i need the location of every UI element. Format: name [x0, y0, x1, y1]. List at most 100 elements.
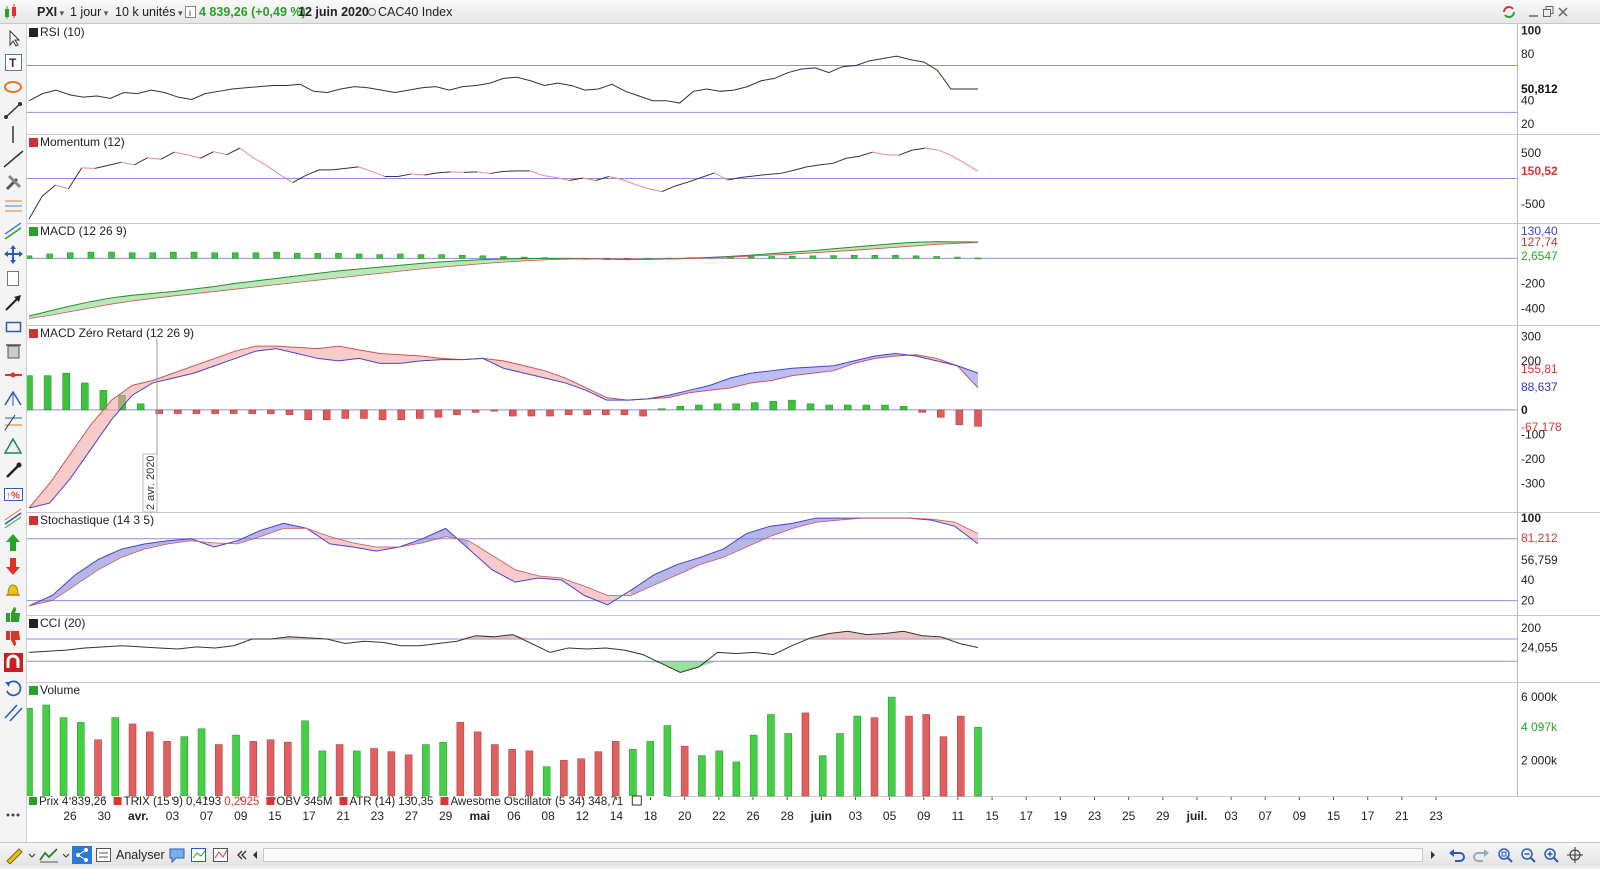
arrow-tool-icon[interactable] — [3, 292, 24, 313]
macd-histogram-bar — [851, 255, 857, 258]
x-tick-label: 11 — [952, 809, 965, 823]
thumbs-down-icon[interactable] — [3, 628, 24, 649]
x-tick-label: 09 — [1293, 809, 1307, 823]
chart-svg[interactable]: RSI (10)10080402050,812Momentum (12)500-… — [27, 24, 1600, 842]
x-tick-label: 28 — [780, 809, 794, 823]
tools-icon[interactable] — [3, 172, 24, 193]
y-tick-label: -200 — [1521, 276, 1545, 290]
line-segment-icon[interactable] — [3, 100, 24, 121]
cursor-icon[interactable] — [3, 28, 24, 49]
x-tick-label: mai — [469, 809, 490, 823]
pane-title-group: MACD (12 26 9) — [29, 224, 127, 238]
brush-icon[interactable] — [3, 460, 24, 481]
undo-drawing-icon[interactable] — [3, 678, 24, 699]
last-value-label: 127,74 — [1521, 235, 1558, 249]
zoom-in-icon[interactable] — [1542, 846, 1560, 864]
macd-histogram-bar — [67, 253, 73, 259]
zoom-fit-icon[interactable] — [1496, 846, 1514, 864]
zero-lag-histogram-bar — [360, 410, 367, 419]
volume-bar — [664, 726, 671, 796]
macd-histogram-bar — [954, 257, 960, 258]
x-tick-label: 29 — [1156, 809, 1170, 823]
pane-color-swatch — [29, 28, 38, 37]
rectangle-tool-icon[interactable] — [3, 316, 24, 337]
pane-title: Stochastique (14 3 5) — [40, 513, 154, 527]
info-icon[interactable]: i — [185, 3, 197, 21]
macd-histogram-bar — [975, 258, 981, 259]
thumbs-up-icon[interactable] — [3, 604, 24, 625]
chart-type-icon[interactable] — [38, 846, 60, 864]
analyser-button-icon[interactable] — [95, 846, 113, 864]
dropdown-chevron-icon[interactable] — [28, 846, 36, 864]
refresh-icon[interactable] — [1500, 3, 1518, 21]
y-tick-label: 2 000k — [1521, 753, 1558, 767]
parallel-lines-icon[interactable] — [3, 702, 24, 723]
sell-arrow-icon[interactable] — [3, 556, 24, 577]
zero-lag-histogram-bar — [286, 410, 293, 415]
indicator-icon[interactable] — [212, 846, 230, 864]
chart-area[interactable]: RSI (10)10080402050,812Momentum (12)500-… — [27, 24, 1600, 842]
zoom-out-icon[interactable] — [1519, 846, 1537, 864]
comment-icon[interactable] — [168, 846, 186, 864]
macd-histogram-bar — [501, 256, 507, 258]
move-icon[interactable] — [3, 244, 24, 265]
trendline-icon[interactable] — [3, 148, 24, 169]
ellipse-tool-icon[interactable] — [3, 76, 24, 97]
analyser-button[interactable]: Analyser — [116, 846, 165, 864]
y-tick-label: -200 — [1521, 452, 1545, 466]
pane-color-swatch — [29, 227, 38, 236]
more-tools-icon[interactable] — [3, 804, 24, 825]
units-selector[interactable]: 10 k unités — [115, 3, 183, 21]
close-icon[interactable] — [1557, 3, 1569, 21]
regression-icon[interactable] — [3, 508, 24, 529]
scroll-start-icon[interactable] — [235, 846, 247, 864]
volume-bar — [215, 745, 222, 796]
pane-color-swatch — [29, 138, 38, 147]
x-tick-label: 22 — [712, 809, 726, 823]
period-selector[interactable]: 1 jour — [70, 3, 108, 21]
volume-bar — [77, 722, 84, 796]
redo-icon[interactable] — [1472, 846, 1490, 864]
minimize-icon[interactable] — [1528, 3, 1540, 21]
triangle-icon[interactable] — [3, 436, 24, 457]
trash-icon[interactable] — [3, 340, 24, 361]
y-tick-label: 80 — [1521, 47, 1535, 61]
undo-icon[interactable] — [1448, 846, 1466, 864]
crosshair-icon[interactable] — [1566, 846, 1584, 864]
scroll-right-icon[interactable] — [1428, 846, 1438, 864]
horizontal-line-icon[interactable] — [3, 364, 24, 385]
alert-bell-icon[interactable] — [3, 580, 24, 601]
dropdown-chevron-icon[interactable] — [62, 846, 70, 864]
share-icon[interactable] — [72, 846, 92, 864]
restore-icon[interactable] — [1542, 3, 1554, 21]
magnet-icon[interactable] — [3, 652, 24, 673]
volume-bar — [595, 752, 602, 796]
macd-histogram-bar — [315, 253, 321, 258]
x-tick-label: 07 — [1259, 809, 1273, 823]
legend-name: TRIX (15 9) — [124, 796, 184, 808]
layout-icon[interactable] — [190, 846, 208, 864]
volume-bar — [836, 733, 843, 796]
x-tick-label: juil. — [1186, 809, 1208, 823]
horizontal-scrollbar[interactable] — [263, 848, 1423, 862]
channel-icon[interactable] — [3, 220, 24, 241]
candlestick-icon[interactable] — [3, 3, 19, 21]
fibonacci-icon[interactable] — [3, 196, 24, 217]
copy-icon[interactable] — [3, 268, 24, 289]
pencil-icon[interactable] — [4, 846, 26, 864]
text-tool-icon[interactable]: T — [3, 52, 24, 73]
retracement-icon[interactable] — [3, 412, 24, 433]
volume-bar — [509, 749, 516, 796]
symbol-selector[interactable]: PXI — [37, 3, 64, 21]
buy-arrow-icon[interactable] — [3, 532, 24, 553]
percent-tool-icon[interactable]: ↑% — [3, 484, 24, 505]
pitchfork-icon[interactable] — [3, 388, 24, 409]
scroll-left-icon[interactable] — [250, 846, 260, 864]
vertical-line-icon[interactable] — [3, 124, 24, 145]
volume-bar — [716, 751, 723, 796]
last-value-label: 155,81 — [1521, 362, 1558, 376]
volume-bar — [405, 755, 412, 796]
momentum-segment — [886, 155, 899, 156]
zero-lag-histogram-bar — [44, 376, 51, 410]
volume-bar — [871, 718, 878, 796]
